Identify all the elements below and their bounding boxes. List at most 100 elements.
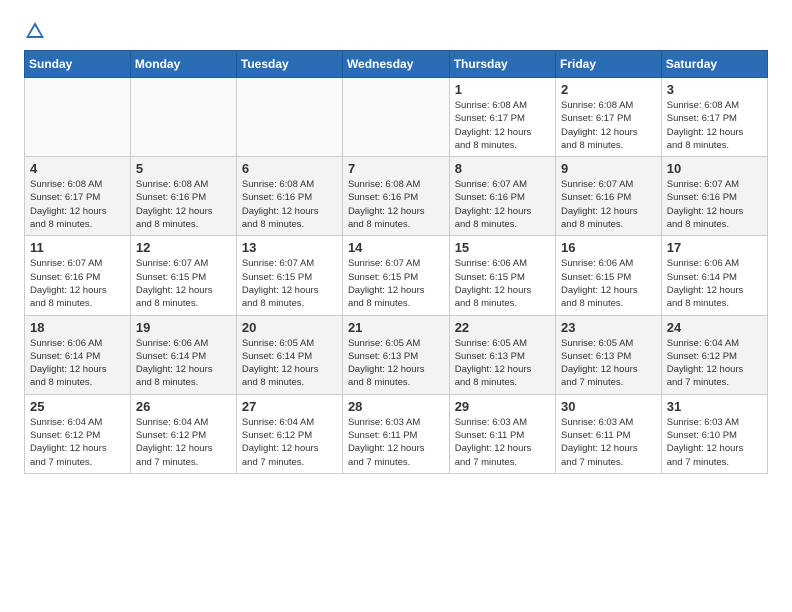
calendar-cell: 20Sunrise: 6:05 AM Sunset: 6:14 PM Dayli… <box>236 315 342 394</box>
calendar-cell: 2 Sunrise: 6:08 AM Sunset: 6:17 PM Daylig… <box>556 78 662 157</box>
day-info: Sunrise: 6:04 AM Sunset: 6:12 PM Dayligh… <box>30 416 125 469</box>
day-number: 1 <box>455 82 550 97</box>
day-info: Sunrise: 6:07 AM Sunset: 6:16 PM Dayligh… <box>561 178 656 231</box>
calendar-cell: 30Sunrise: 6:03 AM Sunset: 6:11 PM Dayli… <box>556 394 662 473</box>
calendar-cell: 12Sunrise: 6:07 AM Sunset: 6:15 PM Dayli… <box>130 236 236 315</box>
weekday-header-thursday: Thursday <box>449 51 555 78</box>
calendar-cell: 24 Sunrise: 6:04 AM Sunset: 6:12 PM Dayli… <box>661 315 767 394</box>
day-number: 11 <box>30 240 125 255</box>
day-info: Sunrise: 6:06 AM Sunset: 6:14 PM Dayligh… <box>667 257 762 310</box>
day-info: Sunrise: 6:07 AM Sunset: 6:15 PM Dayligh… <box>348 257 444 310</box>
day-number: 10 <box>667 161 762 176</box>
day-number: 16 <box>561 240 656 255</box>
day-number: 24 <box>667 320 762 335</box>
calendar-cell <box>342 78 449 157</box>
weekday-header-friday: Friday <box>556 51 662 78</box>
day-info: Sunrise: 6:07 AM Sunset: 6:15 PM Dayligh… <box>136 257 231 310</box>
day-number: 20 <box>242 320 337 335</box>
calendar-cell: 18 Sunrise: 6:06 AM Sunset: 6:14 PM Dayli… <box>25 315 131 394</box>
day-number: 18 <box>30 320 125 335</box>
day-number: 19 <box>136 320 231 335</box>
day-number: 29 <box>455 399 550 414</box>
day-number: 31 <box>667 399 762 414</box>
day-number: 27 <box>242 399 337 414</box>
weekday-header-tuesday: Tuesday <box>236 51 342 78</box>
day-info: Sunrise: 6:05 AM Sunset: 6:13 PM Dayligh… <box>455 337 550 390</box>
calendar-cell: 6 Sunrise: 6:08 AM Sunset: 6:16 PM Daylig… <box>236 157 342 236</box>
day-info: Sunrise: 6:05 AM Sunset: 6:13 PM Dayligh… <box>348 337 444 390</box>
day-info: Sunrise: 6:03 AM Sunset: 6:10 PM Dayligh… <box>667 416 762 469</box>
calendar-table: SundayMondayTuesdayWednesdayThursdayFrid… <box>24 50 768 474</box>
day-info: Sunrise: 6:07 AM Sunset: 6:15 PM Dayligh… <box>242 257 337 310</box>
day-info: Sunrise: 6:06 AM Sunset: 6:14 PM Dayligh… <box>136 337 231 390</box>
day-info: Sunrise: 6:04 AM Sunset: 6:12 PM Dayligh… <box>242 416 337 469</box>
day-number: 23 <box>561 320 656 335</box>
calendar-cell: 26 Sunrise: 6:04 AM Sunset: 6:12 PM Dayli… <box>130 394 236 473</box>
day-number: 5 <box>136 161 231 176</box>
calendar-cell: 10Sunrise: 6:07 AM Sunset: 6:16 PM Dayli… <box>661 157 767 236</box>
calendar-cell: 19 Sunrise: 6:06 AM Sunset: 6:14 PM Dayli… <box>130 315 236 394</box>
weekday-header-wednesday: Wednesday <box>342 51 449 78</box>
calendar-cell: 4Sunrise: 6:08 AM Sunset: 6:17 PM Daylig… <box>25 157 131 236</box>
day-number: 17 <box>667 240 762 255</box>
day-number: 14 <box>348 240 444 255</box>
day-number: 9 <box>561 161 656 176</box>
day-info: Sunrise: 6:04 AM Sunset: 6:12 PM Dayligh… <box>667 337 762 390</box>
calendar-cell: 29 Sunrise: 6:03 AM Sunset: 6:11 PM Dayli… <box>449 394 555 473</box>
calendar-cell: 17 Sunrise: 6:06 AM Sunset: 6:14 PM Dayli… <box>661 236 767 315</box>
calendar-cell: 23 Sunrise: 6:05 AM Sunset: 6:13 PM Dayli… <box>556 315 662 394</box>
day-info: Sunrise: 6:07 AM Sunset: 6:16 PM Dayligh… <box>30 257 125 310</box>
day-number: 26 <box>136 399 231 414</box>
calendar-cell: 25 Sunrise: 6:04 AM Sunset: 6:12 PM Dayli… <box>25 394 131 473</box>
calendar-cell: 14 Sunrise: 6:07 AM Sunset: 6:15 PM Dayli… <box>342 236 449 315</box>
calendar-cell: 16 Sunrise: 6:06 AM Sunset: 6:15 PM Dayli… <box>556 236 662 315</box>
page-header <box>24 20 768 42</box>
calendar-cell: 1Sunrise: 6:08 AM Sunset: 6:17 PM Daylig… <box>449 78 555 157</box>
calendar-cell: 8 Sunrise: 6:07 AM Sunset: 6:16 PM Daylig… <box>449 157 555 236</box>
calendar-cell: 31 Sunrise: 6:03 AM Sunset: 6:10 PM Dayli… <box>661 394 767 473</box>
weekday-header-sunday: Sunday <box>25 51 131 78</box>
day-info: Sunrise: 6:05 AM Sunset: 6:13 PM Dayligh… <box>561 337 656 390</box>
day-number: 3 <box>667 82 762 97</box>
day-info: Sunrise: 6:08 AM Sunset: 6:16 PM Dayligh… <box>136 178 231 231</box>
day-number: 4 <box>30 161 125 176</box>
week-row-4: 18 Sunrise: 6:06 AM Sunset: 6:14 PM Dayli… <box>25 315 768 394</box>
calendar-cell: 28 Sunrise: 6:03 AM Sunset: 6:11 PM Dayli… <box>342 394 449 473</box>
day-number: 6 <box>242 161 337 176</box>
day-info: Sunrise: 6:04 AM Sunset: 6:12 PM Dayligh… <box>136 416 231 469</box>
day-number: 2 <box>561 82 656 97</box>
day-info: Sunrise: 6:08 AM Sunset: 6:17 PM Dayligh… <box>561 99 656 152</box>
day-number: 28 <box>348 399 444 414</box>
calendar-cell: 21 Sunrise: 6:05 AM Sunset: 6:13 PM Dayli… <box>342 315 449 394</box>
week-row-5: 25 Sunrise: 6:04 AM Sunset: 6:12 PM Dayli… <box>25 394 768 473</box>
weekday-header-monday: Monday <box>130 51 236 78</box>
day-number: 8 <box>455 161 550 176</box>
day-number: 25 <box>30 399 125 414</box>
calendar-cell: 9 Sunrise: 6:07 AM Sunset: 6:16 PM Daylig… <box>556 157 662 236</box>
day-info: Sunrise: 6:06 AM Sunset: 6:15 PM Dayligh… <box>561 257 656 310</box>
day-info: Sunrise: 6:07 AM Sunset: 6:16 PM Dayligh… <box>455 178 550 231</box>
day-number: 22 <box>455 320 550 335</box>
calendar-cell <box>236 78 342 157</box>
calendar-cell: 11 Sunrise: 6:07 AM Sunset: 6:16 PM Dayli… <box>25 236 131 315</box>
day-info: Sunrise: 6:03 AM Sunset: 6:11 PM Dayligh… <box>455 416 550 469</box>
day-info: Sunrise: 6:03 AM Sunset: 6:11 PM Dayligh… <box>561 416 656 469</box>
day-info: Sunrise: 6:08 AM Sunset: 6:16 PM Dayligh… <box>242 178 337 231</box>
week-row-3: 11 Sunrise: 6:07 AM Sunset: 6:16 PM Dayli… <box>25 236 768 315</box>
calendar-cell: 7Sunrise: 6:08 AM Sunset: 6:16 PM Daylig… <box>342 157 449 236</box>
day-number: 13 <box>242 240 337 255</box>
calendar-cell <box>25 78 131 157</box>
calendar-cell: 27 Sunrise: 6:04 AM Sunset: 6:12 PM Dayli… <box>236 394 342 473</box>
day-info: Sunrise: 6:06 AM Sunset: 6:14 PM Dayligh… <box>30 337 125 390</box>
day-info: Sunrise: 6:06 AM Sunset: 6:15 PM Dayligh… <box>455 257 550 310</box>
day-number: 15 <box>455 240 550 255</box>
week-row-1: 1 Sunrise: 6:08 AM Sunset: 6:17 PM Daylig… <box>25 78 768 157</box>
day-number: 21 <box>348 320 444 335</box>
weekday-header-saturday: Saturday <box>661 51 767 78</box>
calendar-cell: 22 Sunrise: 6:05 AM Sunset: 6:13 PM Dayli… <box>449 315 555 394</box>
day-info: Sunrise: 6:08 AM Sunset: 6:17 PM Dayligh… <box>667 99 762 152</box>
calendar-cell: 15 Sunrise: 6:06 AM Sunset: 6:15 PM Dayli… <box>449 236 555 315</box>
calendar-cell: 3 Sunrise: 6:08 AM Sunset: 6:17 PM Daylig… <box>661 78 767 157</box>
day-info: Sunrise: 6:03 AM Sunset: 6:11 PM Dayligh… <box>348 416 444 469</box>
day-number: 7 <box>348 161 444 176</box>
